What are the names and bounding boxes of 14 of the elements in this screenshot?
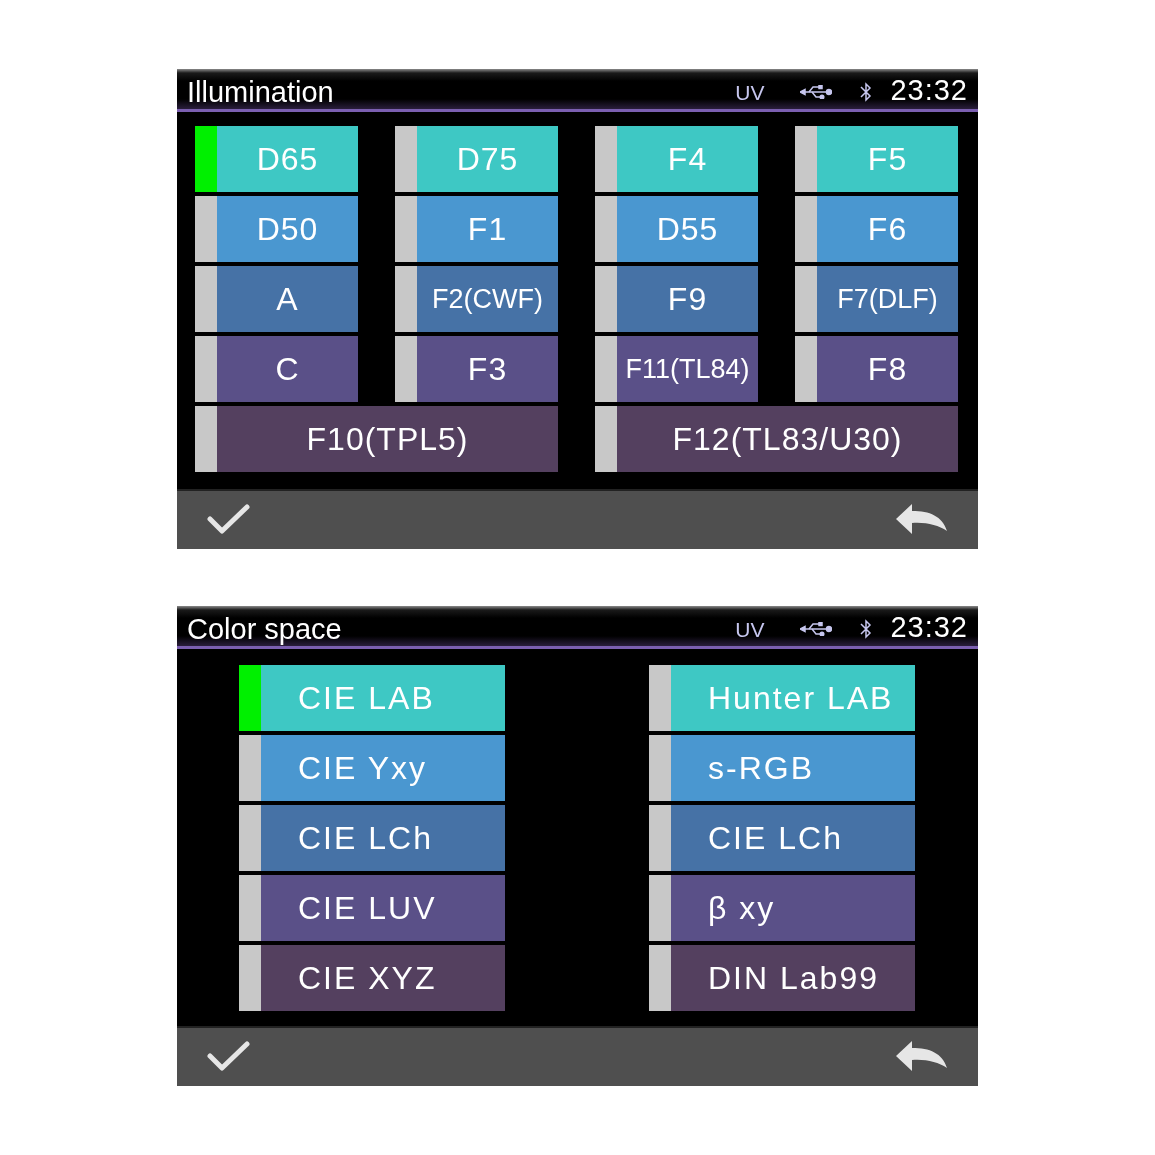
check-icon[interactable] [207,1040,251,1074]
bluetooth-icon [860,82,873,102]
screen-title: Color space [187,615,343,644]
bluetooth-icon [860,619,873,639]
uv-indicator: UV [735,82,765,106]
back-icon[interactable] [896,1041,948,1073]
usb-icon [800,622,833,636]
usb-icon [800,85,833,99]
clock: 23:32 [890,613,968,644]
check-icon[interactable] [207,503,251,537]
uv-indicator: UV [735,619,765,643]
clock: 23:32 [890,76,968,107]
back-icon[interactable] [896,504,948,536]
screen-title: Illumination [187,78,335,107]
